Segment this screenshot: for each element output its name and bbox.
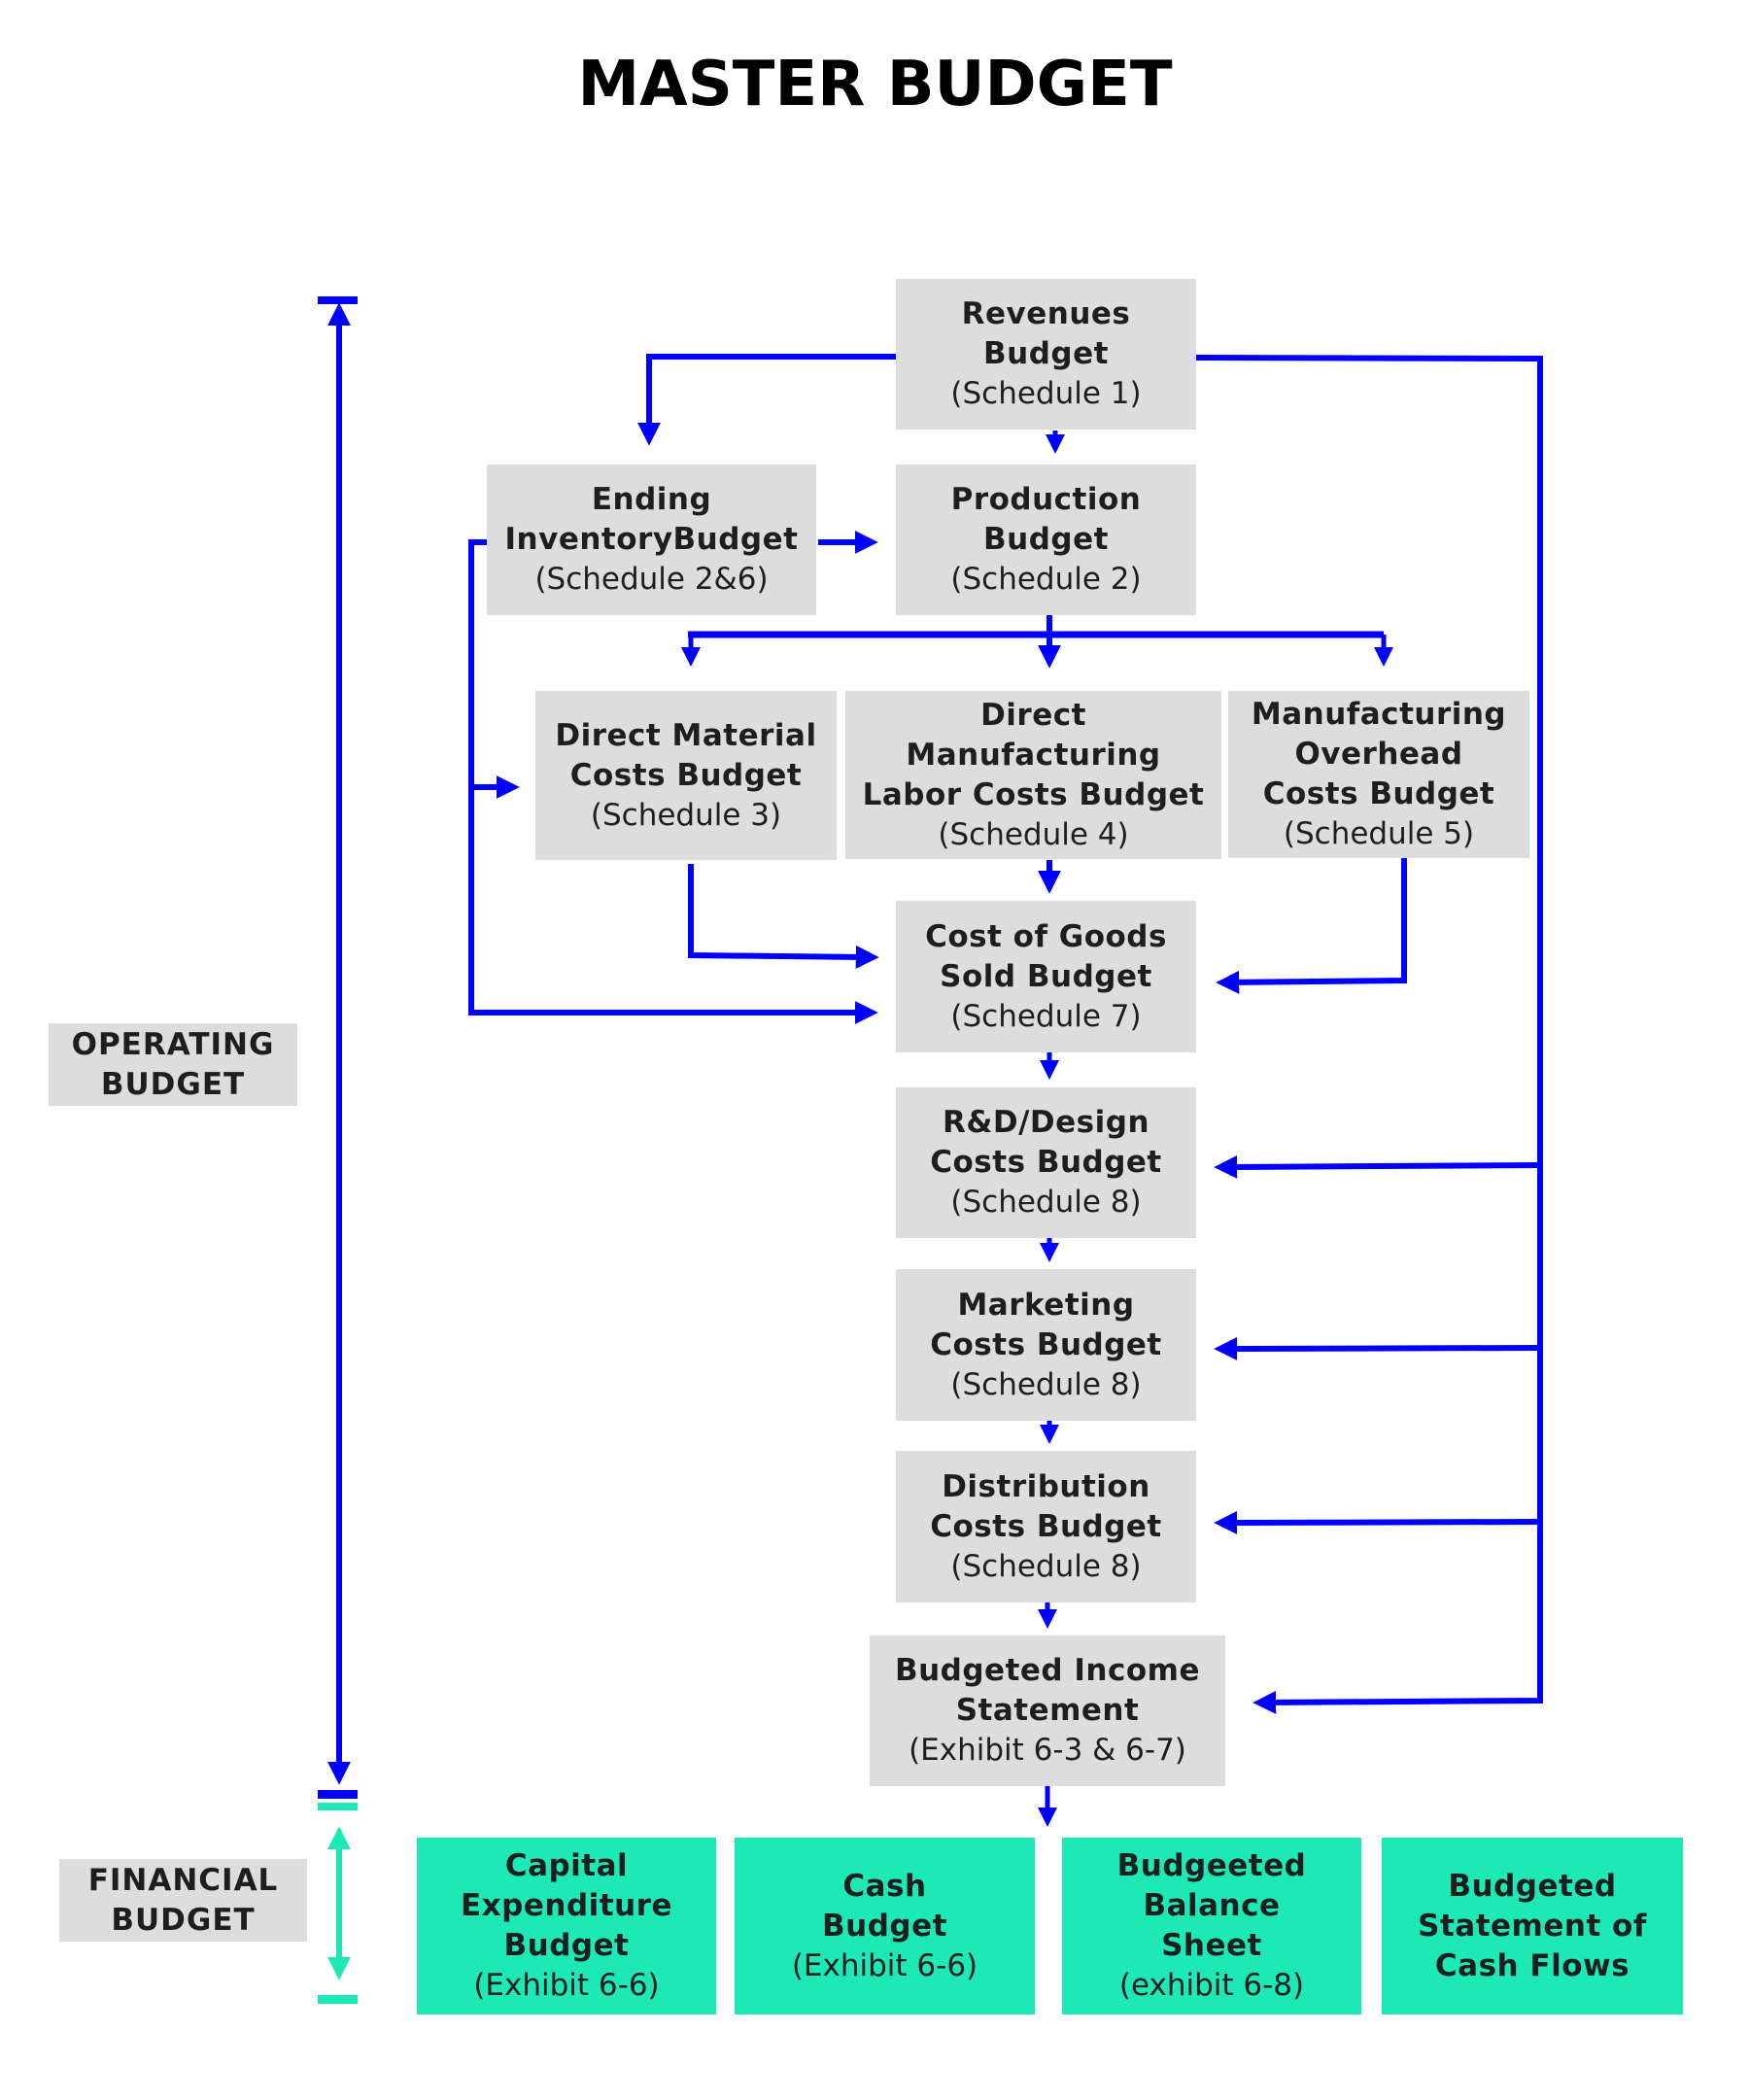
box-title-line: Budgeeted (1116, 1848, 1307, 1883)
arrow-bus-to-marketing (1214, 1336, 1541, 1360)
arrow-revenues-to-ending-inventory (637, 354, 896, 446)
box-title-line: Cash Flows (1434, 1947, 1630, 1983)
box-reference: (Schedule 2) (950, 562, 1142, 597)
box-reference: (Exhibit 6-6) (791, 1947, 978, 1983)
financial-bracket-top-cap (318, 1803, 358, 1810)
box-title-line: Manufacturing (906, 737, 1161, 773)
box-title-line: Direct Material (555, 717, 817, 753)
rnd-design-costs-budget-box: R&D/Design Costs Budget (Schedule 8) (896, 1087, 1196, 1238)
box-title-line: Budget (503, 1928, 630, 1963)
box-title-line: Budget (983, 336, 1109, 371)
overhead-costs-budget-box: Manufacturing Overhead Costs Budget (Sch… (1228, 691, 1529, 858)
box-title-line: Revenues (961, 296, 1131, 331)
box-title-line: Statement (955, 1693, 1140, 1728)
box-title-line: Costs Budget (569, 757, 803, 793)
box-title-line: Marketing (957, 1287, 1135, 1323)
direct-material-costs-budget-box: Direct Material Costs Budget (Schedule 3… (535, 691, 837, 860)
box-title-line: Direct (980, 697, 1086, 733)
revenues-right-bus (1195, 355, 1543, 1714)
arrow-overhead-to-cogs (1216, 858, 1407, 994)
operating-bracket-bottom-cap (318, 1790, 358, 1799)
box-title-line: InventoryBudget (504, 522, 799, 557)
arrow-bus-to-rnd (1214, 1154, 1541, 1179)
box-title-line: Labor Costs Budget (862, 776, 1205, 812)
marketing-costs-budget-box: Marketing Costs Budget (Schedule 8) (896, 1269, 1196, 1421)
box-title-line: Distribution (942, 1468, 1150, 1504)
box-title-line: Statement of (1418, 1908, 1647, 1944)
cogs-budget-box: Cost of Goods Sold Budget (Schedule 7) (896, 901, 1196, 1052)
box-reference: (Schedule 7) (950, 998, 1142, 1034)
operating-bracket-top-cap (318, 296, 358, 304)
operating-budget-label: OPERATING BUDGET (49, 1023, 297, 1106)
box-title-line: Sold Budget (940, 958, 1152, 994)
ending-inventory-budget-box: Ending InventoryBudget (Schedule 2&6) (487, 465, 816, 615)
box-title-line: Costs Budget (930, 1326, 1162, 1362)
financial-bracket-bottom-cap (318, 1995, 358, 2004)
box-title-line: Production (950, 482, 1142, 517)
box-reference: (Schedule 1) (950, 376, 1142, 411)
box-reference: (Schedule 8) (950, 1185, 1142, 1220)
arrow-direct-material-to-cogs (688, 864, 879, 969)
box-reference: (Exhibit 6-6) (473, 1968, 660, 2003)
box-title-line: Cash (842, 1868, 927, 1904)
capital-expenditure-budget-box: Capital Expenditure Budget (Exhibit 6-6) (417, 1838, 716, 2014)
box-title-line: Expenditure (461, 1888, 672, 1923)
box-title-line: Overhead (1294, 737, 1463, 772)
budgeted-cash-flows-box: Budgeted Statement of Cash Flows (1382, 1838, 1683, 2014)
financial-budget-label-line2: BUDGET (111, 1902, 256, 1938)
production-budget-box: Production Budget (Schedule 2) (896, 465, 1196, 615)
box-title-line: Budgeted Income (894, 1653, 1201, 1688)
box-title-line: Capital (504, 1848, 629, 1883)
box-title-line: Costs Budget (930, 1508, 1162, 1544)
operating-budget-label-line1: OPERATING (71, 1026, 275, 1062)
box-reference: (Schedule 2&6) (534, 562, 769, 597)
box-title-line: Budget (983, 522, 1109, 557)
box-title-line: Sheet (1161, 1928, 1262, 1963)
box-reference: (Schedule 4) (938, 816, 1129, 852)
box-title-line: Costs Budget (1262, 776, 1495, 811)
budgeted-income-statement-box: Budgeted Income Statement (Exhibit 6-3 &… (870, 1635, 1225, 1786)
box-title-line: R&D/Design (942, 1105, 1150, 1140)
financial-budget-label: FINANCIAL BUDGET (59, 1859, 307, 1942)
box-reference: (Schedule 3) (590, 797, 782, 833)
box-reference: (Schedule 5) (1283, 816, 1475, 851)
box-title-line: Cost of Goods (925, 918, 1167, 954)
box-title-line: Budget (822, 1908, 947, 1944)
financial-budget-label-line1: FINANCIAL (87, 1862, 279, 1898)
box-reference: (Schedule 8) (950, 1366, 1142, 1402)
distribution-costs-budget-box: Distribution Costs Budget (Schedule 8) (896, 1451, 1196, 1602)
box-title-line: Ending (591, 482, 712, 517)
box-reference: (exhibit 6-8) (1118, 1968, 1305, 2003)
box-title-line: Balance (1143, 1888, 1281, 1923)
operating-budget-label-line2: BUDGET (100, 1066, 246, 1102)
box-reference: (Schedule 8) (950, 1548, 1142, 1584)
revenues-budget-box: Revenues Budget (Schedule 1) (896, 279, 1196, 430)
arrow-bus-to-distribution (1214, 1510, 1541, 1534)
box-title-line: Costs Budget (930, 1145, 1162, 1180)
cash-budget-box: Cash Budget (Exhibit 6-6) (735, 1838, 1035, 2014)
direct-labor-costs-budget-box: Direct Manufacturing Labor Costs Budget … (845, 691, 1221, 859)
budgeted-balance-sheet-box: Budgeeted Balance Sheet (exhibit 6-8) (1062, 1838, 1361, 2014)
box-title-line: Manufacturing (1251, 697, 1507, 732)
box-title-line: Budgeted (1448, 1868, 1617, 1904)
box-reference: (Exhibit 6-3 & 6-7) (909, 1733, 1186, 1768)
